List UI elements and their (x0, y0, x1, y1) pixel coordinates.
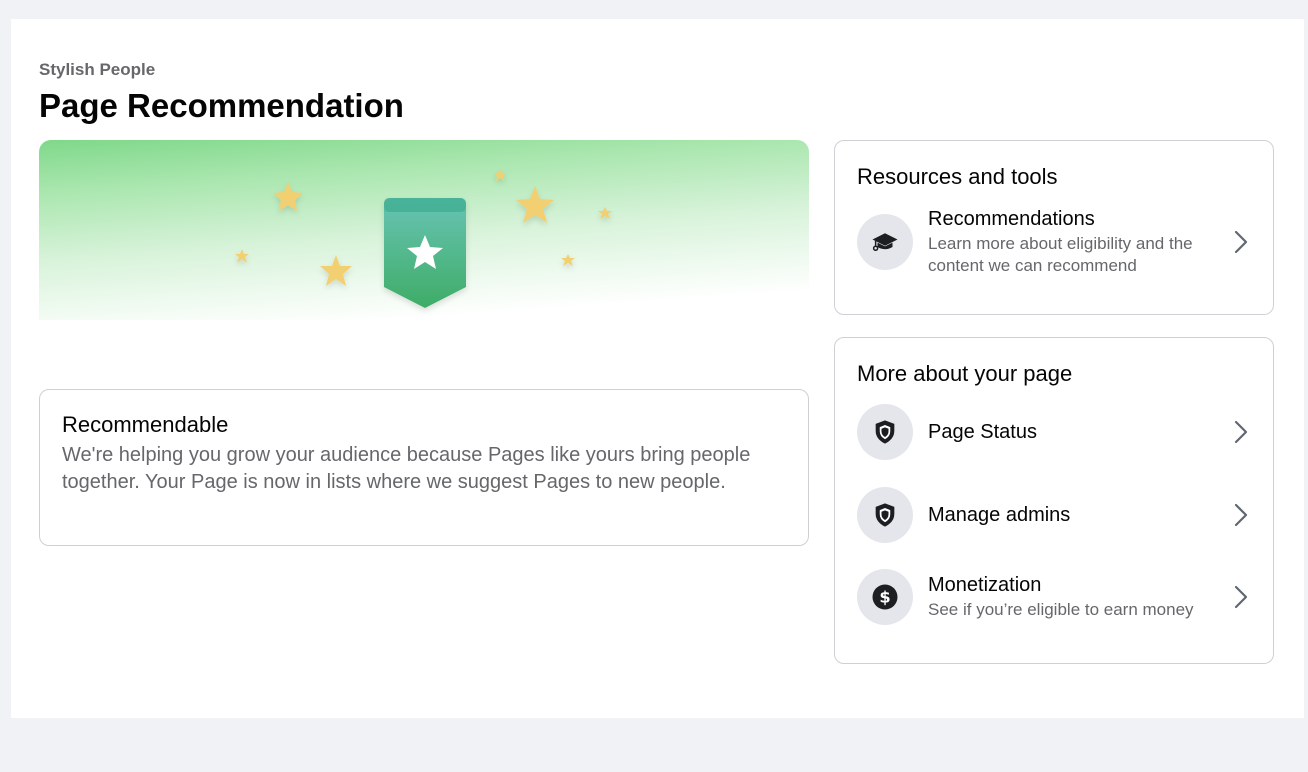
status-title: Recommendable (62, 412, 229, 437)
resources-card: Resources and tools Recommendations Lear… (834, 140, 1274, 315)
graduation-cap-icon (857, 214, 913, 270)
status-description: We're helping you grow your audience bec… (62, 444, 751, 493)
recommendation-banner (39, 140, 809, 320)
more-about-page-card: More about your page Page Status Manage … (834, 337, 1274, 664)
star-decoration (494, 169, 506, 181)
star-decoration (320, 255, 352, 286)
star-decoration (516, 186, 554, 223)
monetization-subtitle: See if you’re eligible to earn money (928, 599, 1194, 619)
status-card: Recommendable We're helping you grow you… (39, 389, 809, 546)
chevron-right-icon (1229, 230, 1253, 254)
more-heading: More about your page (857, 361, 1073, 386)
star-decoration (235, 249, 249, 263)
manage-admins-title: Manage admins (928, 503, 1071, 526)
recommendations-title: Recommendations (928, 207, 1095, 230)
page-name[interactable]: Stylish People (39, 60, 155, 80)
star-decoration (273, 182, 303, 211)
resources-heading: Resources and tools (857, 164, 1058, 189)
star-decoration (561, 254, 575, 266)
recommendations-row[interactable]: Recommendations Learn more about eligibi… (857, 208, 1253, 275)
star-badge-icon (235, 169, 612, 308)
dollar-coin-icon: $ (857, 569, 913, 625)
page-status-row[interactable]: Page Status (857, 404, 1253, 460)
page-status-title: Page Status (928, 420, 1037, 443)
recommendations-subtitle: Learn more about eligibility and the con… (928, 233, 1193, 275)
manage-admins-row[interactable]: Manage admins (857, 487, 1253, 543)
shield-icon (857, 487, 913, 543)
chevron-right-icon (1229, 420, 1253, 444)
monetization-row[interactable]: $ Monetization See if you’re eligible to… (857, 569, 1253, 625)
shield-icon (857, 404, 913, 460)
page-title: Page Recommendation (39, 87, 404, 124)
star-decoration (598, 207, 612, 219)
svg-text:$: $ (879, 588, 890, 607)
main-panel: Stylish People Page Recommendation Recom… (11, 19, 1304, 718)
chevron-right-icon (1229, 503, 1253, 527)
chevron-right-icon (1229, 585, 1253, 609)
monetization-title: Monetization (928, 573, 1042, 596)
